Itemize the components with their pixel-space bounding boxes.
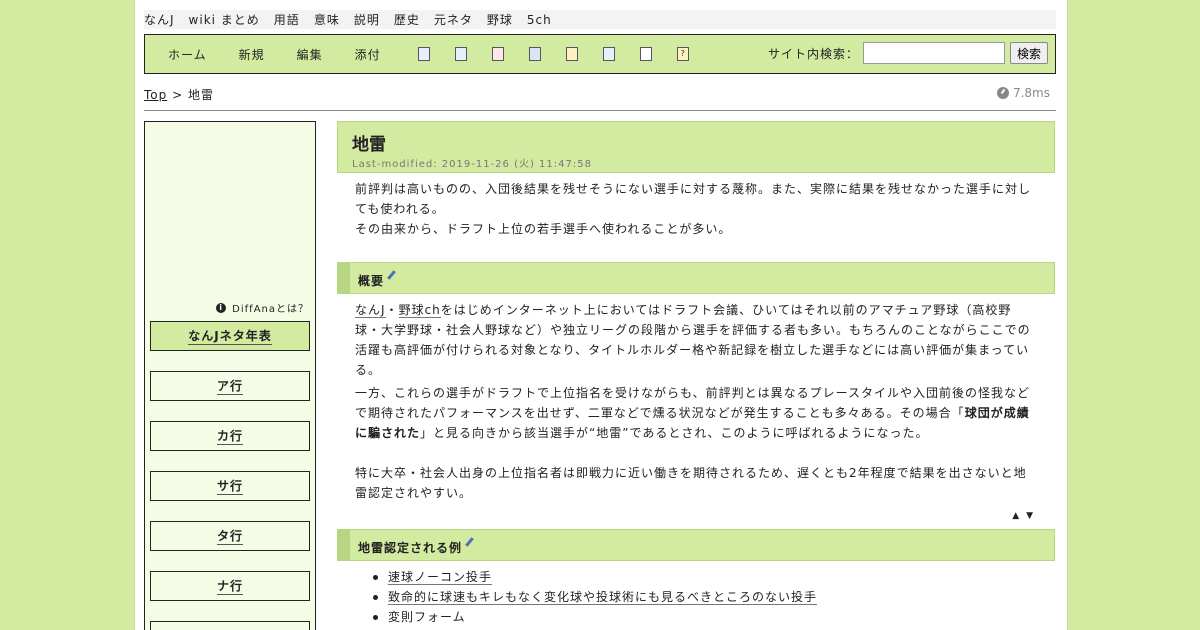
sidebar-item-next[interactable] [150,621,310,630]
sidebar-item-label: なんJネタ年表 [188,329,272,345]
top-tag-nav: なんJ wiki まとめ 用語 意味 説明 歴史 元ネタ 野球 5ch [144,10,1056,29]
search-label: サイト内検索： [767,46,859,61]
intro-paragraph-2: その由来から、ドラフト上位の若手選手へ使われることが多い。 [355,222,732,236]
overview-paragraph-2: 一方、これらの選手がドラフトで上位指名を受けながらも、前評判とは異なるプレースタ… [355,386,1031,440]
section-heading-examples: 地雷認定される例 [337,529,1055,561]
link-yakyu-ch[interactable]: 野球ch [398,303,441,318]
examples-list: 速球ノーコン投手 致命的に球速もキレもなく変化球や投球術にも見るべきところのない… [367,567,818,627]
copy-icon[interactable] [417,47,430,61]
sidebar-item-label: ア行 [216,379,243,395]
edit-link[interactable]: 編集 [297,46,323,63]
sidebar-item-label: タ行 [216,529,243,545]
list-item: 速球ノーコン投手 [367,567,817,587]
diffana-label: DiffAnaとは？ [232,304,309,315]
search-button[interactable]: 検索 [1009,42,1048,64]
example-text: 変則フォーム [388,610,466,624]
toolbar-icon-group: ? [417,47,714,61]
overview-paragraph-1: なんJ・野球chをはじめインターネット上においてはドラフト会議、ひいてはそれ以前… [355,303,1031,377]
link-nanj[interactable]: なんJ [355,303,386,318]
edit-pencil-icon[interactable] [465,537,474,547]
topnav-link-yougo[interactable]: 用語 [274,11,300,28]
overview-paragraph-3: 特に大卒・社会人出身の上位指名者は即戦力に近い働きを期待されるため、遅くとも2年… [355,466,1027,500]
breadcrumb-current: 地雷 [187,88,214,102]
sidebar-item-ka-row[interactable]: カ行 [150,421,310,451]
page-container: なんJ wiki まとめ 用語 意味 説明 歴史 元ネタ 野球 5ch ホーム … [134,0,1068,630]
delete-icon[interactable] [491,47,504,61]
info-icon: i [216,302,227,313]
topnav-link-motoneta[interactable]: 元ネタ [434,11,473,28]
example-link[interactable]: 致命的に球速もキレもなく変化球や投球術にも見るべきところのない投手 [388,590,818,605]
list-item: 変則フォーム [367,607,817,627]
heading-accent-bar [338,530,350,560]
page-up-down-nav[interactable]: ▲ ▼ [1012,511,1035,521]
intro-paragraph: 前評判は高いものの、入団後結果を残せそうにない選手に対する蔑称。また、実際に結果… [355,182,1032,216]
lock-icon[interactable] [565,47,578,61]
save-icon[interactable] [528,47,541,61]
section-heading-label: 地雷認定される例 [358,537,474,556]
help-icon[interactable]: ? [676,47,689,61]
list-item: 致命的に球速もキレもなく変化球や投球術にも見るべきところのない投手 [367,587,818,607]
example-link[interactable]: 速球ノーコン投手 [388,570,493,585]
render-time-value: 7.8ms [1012,86,1050,100]
home-link[interactable]: ホーム [168,46,207,63]
sidebar-item-sa-row[interactable]: サ行 [150,471,310,501]
breadcrumb-separator: > [172,88,184,102]
diffana-link[interactable]: i DiffAnaとは？ [216,300,309,315]
topnav-link-nanj[interactable]: なんJ [144,11,175,28]
document-icon[interactable] [639,47,652,61]
diff-icon[interactable] [454,47,467,61]
topnav-link-wiki[interactable]: wiki まとめ [189,11,260,28]
sidebar-item-label: ナ行 [216,579,243,595]
site-search: サイト内検索： 検索 [768,42,1048,64]
topnav-link-yakyu[interactable]: 野球 [487,11,513,28]
header-divider [144,110,1056,111]
sidebar-item-label: カ行 [216,429,243,445]
page-title: 地雷 [352,135,386,155]
sidebar-item-ta-row[interactable]: タ行 [150,521,310,551]
attach-link[interactable]: 添付 [355,46,381,63]
heading-accent-bar [338,263,350,293]
search-input[interactable] [862,42,1005,64]
last-modified: Last-modified: 2019-11-26 (火) 11:47:58 [352,159,592,170]
edit-pencil-icon[interactable] [387,270,396,280]
title-box: 地雷 Last-modified: 2019-11-26 (火) 11:47:5… [337,121,1055,173]
section-heading-overview: 概要 [337,262,1055,294]
sidebar-item-a-row[interactable]: ア行 [150,371,310,401]
topnav-link-imi[interactable]: 意味 [314,11,340,28]
gauge-icon [996,87,1009,99]
topnav-link-5ch[interactable]: 5ch [527,13,552,27]
sidebar-item-na-row[interactable]: ナ行 [150,571,310,601]
sidebar-item-timeline[interactable]: なんJネタ年表 [150,321,310,351]
list-icon[interactable] [602,47,615,61]
render-time: 7.8ms [996,86,1050,100]
section-heading-label: 概要 [358,270,396,289]
new-page-link[interactable]: 新規 [239,46,265,63]
sidebar: i DiffAnaとは？ なんJネタ年表 ア行 カ行 サ行 タ行 ナ行 [144,121,316,630]
toolbar: ホーム 新規 編集 添付 ? サイト内検索： 検索 [144,34,1056,74]
topnav-link-setsumei[interactable]: 説明 [354,11,380,28]
topnav-link-rekishi[interactable]: 歴史 [394,11,420,28]
breadcrumb-top-link[interactable]: Top [144,88,167,102]
breadcrumb: Top > 地雷 [144,86,214,103]
sidebar-item-label: サ行 [216,479,243,495]
